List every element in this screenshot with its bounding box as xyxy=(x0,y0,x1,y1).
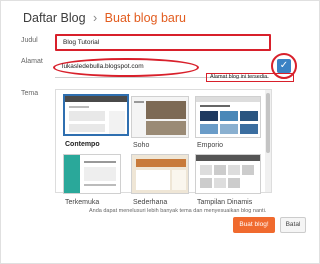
theme-scrollbar-thumb[interactable] xyxy=(266,93,270,153)
checkmark-icon: ✓ xyxy=(277,59,291,73)
theme-name: Soho xyxy=(133,142,150,149)
page-title: Buat blog baru xyxy=(104,11,186,25)
theme-preview-contempo xyxy=(63,94,129,136)
theme-preview-soho xyxy=(131,96,189,138)
breadcrumb-separator: › xyxy=(93,11,98,25)
availability-message: Alamat blog ini tersedia. xyxy=(206,73,294,82)
breadcrumb: Daftar Blog › Buat blog baru xyxy=(23,11,186,25)
title-input[interactable]: Blog Tutorial xyxy=(55,34,271,51)
theme-preview-terkemuka xyxy=(63,154,121,194)
cancel-button[interactable]: Batal xyxy=(280,217,306,233)
breadcrumb-blog-list-link[interactable]: Daftar Blog xyxy=(23,11,86,25)
theme-name: Tampilan Dinamis xyxy=(197,199,253,206)
theme-preview-emporio xyxy=(195,96,261,138)
theme-label: Tema xyxy=(21,90,39,97)
theme-name: Sederhana xyxy=(133,199,168,206)
theme-name: Emporio xyxy=(197,142,224,149)
theme-note: Anda dapat menelusuri lebih banyak tema … xyxy=(89,208,267,214)
theme-preview-sederhana xyxy=(131,154,189,194)
create-blog-dialog: Daftar Blog › Buat blog baru Judul Blog … xyxy=(0,0,320,264)
title-label: Judul xyxy=(21,37,38,44)
address-label: Alamat xyxy=(21,58,43,65)
theme-name: Contempo xyxy=(65,141,100,148)
theme-preview-tampilan-dinamis xyxy=(195,154,261,194)
create-blog-button[interactable]: Buat blog! xyxy=(233,217,275,233)
address-input[interactable]: lukasledebulla.blogspot.com xyxy=(62,63,144,70)
theme-name: Terkemuka xyxy=(65,199,100,206)
